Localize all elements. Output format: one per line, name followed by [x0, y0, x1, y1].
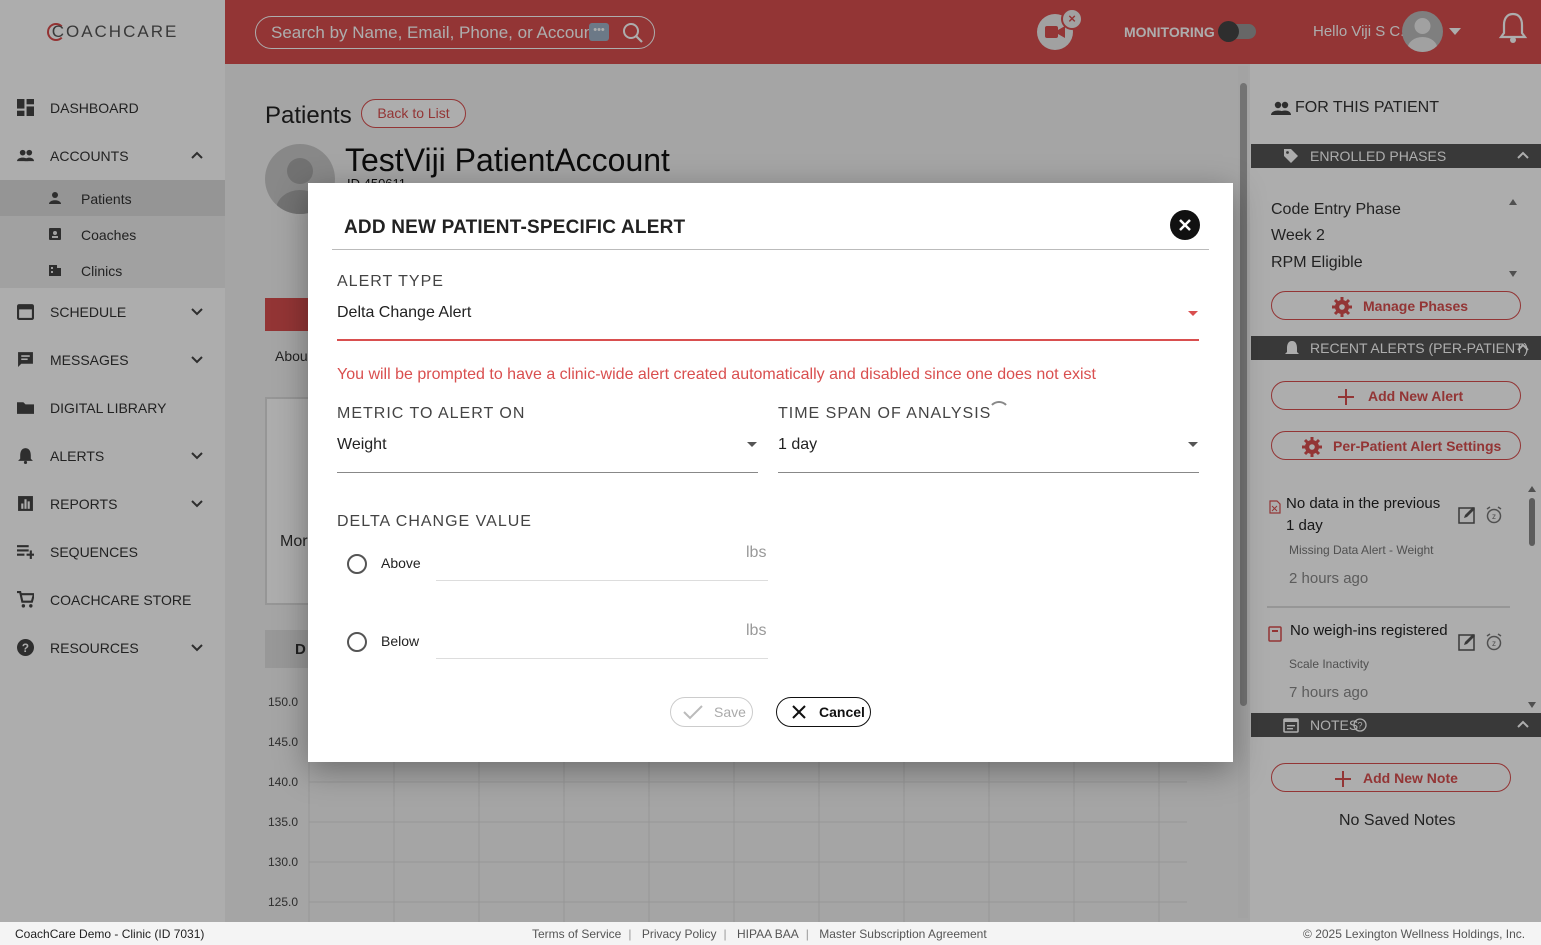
- copyright-text: 2025 Lexington Wellness Holdings, Inc.: [1315, 927, 1526, 941]
- chevron-down-icon[interactable]: [1188, 311, 1198, 316]
- add-alert-dialog: ADD NEW PATIENT-SPECIFIC ALERT ALERT TYP…: [308, 183, 1233, 762]
- delta-label: DELTA CHANGE VALUE: [337, 513, 532, 530]
- clinic-label: CoachCare Demo - Clinic (ID 7031): [15, 927, 205, 941]
- cancel-label: Cancel: [819, 704, 865, 720]
- timespan-label: TIME SPAN OF ANALYSIS: [778, 405, 992, 422]
- cancel-button[interactable]: Cancel: [776, 697, 871, 727]
- metric-select[interactable]: Weight: [337, 436, 387, 454]
- chevron-down-icon[interactable]: [747, 442, 757, 447]
- above-radio[interactable]: [347, 554, 367, 574]
- below-unit: lbs: [746, 622, 767, 639]
- alert-type-underline: [337, 339, 1199, 341]
- dialog-divider: [332, 249, 1209, 250]
- chevron-down-icon[interactable]: [1188, 442, 1198, 447]
- check-icon: [683, 705, 703, 720]
- help-icon[interactable]: [988, 401, 1010, 423]
- copyright: © 2025 Lexington Wellness Holdings, Inc.: [1303, 927, 1526, 941]
- below-label: Below: [381, 633, 420, 649]
- below-value-input[interactable]: [436, 658, 768, 659]
- dialog-title: ADD NEW PATIENT-SPECIFIC ALERT: [344, 217, 686, 238]
- below-radio[interactable]: [347, 632, 367, 652]
- above-unit: lbs: [746, 544, 767, 561]
- alert-type-select[interactable]: Delta Change Alert: [337, 304, 471, 322]
- close-icon: [1179, 219, 1191, 231]
- timespan-select[interactable]: 1 day: [778, 436, 817, 454]
- close-icon: [792, 705, 806, 719]
- metric-label: METRIC TO ALERT ON: [337, 405, 526, 422]
- save-label: Save: [714, 704, 746, 720]
- terms-link[interactable]: Terms of Service: [532, 927, 621, 941]
- timespan-underline: [778, 472, 1199, 473]
- metric-underline: [337, 472, 758, 473]
- footer: CoachCare Demo - Clinic (ID 7031) Terms …: [0, 922, 1541, 945]
- footer-links: Terms of Service | Privacy Policy | HIPAA …: [532, 927, 987, 941]
- privacy-link[interactable]: Privacy Policy: [642, 927, 717, 941]
- hipaa-link[interactable]: HIPAA BAA: [737, 927, 799, 941]
- clinic-alert-warning: You will be prompted to have a clinic-wi…: [337, 366, 1096, 383]
- alert-type-label: ALERT TYPE: [337, 273, 444, 290]
- above-value-input[interactable]: [436, 580, 768, 581]
- above-label: Above: [381, 555, 421, 571]
- msa-link[interactable]: Master Subscription Agreement: [819, 927, 986, 941]
- close-button[interactable]: [1170, 210, 1200, 240]
- save-button[interactable]: Save: [670, 697, 753, 727]
